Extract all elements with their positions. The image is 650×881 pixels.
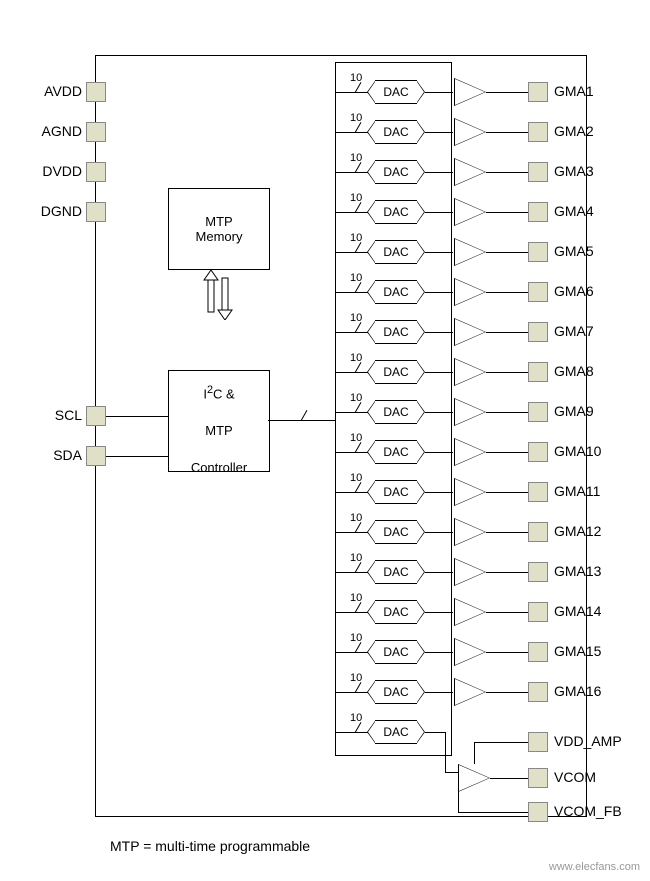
pin-gma5 [528,242,548,262]
wire-sda [106,456,168,457]
label-gma7: GMA7 [554,323,634,339]
bidir-arrow-icon [200,270,236,320]
label-avdd: AVDD [32,83,82,99]
label-gma5: GMA5 [554,243,634,259]
pin-gma9 [528,402,548,422]
pin-gma2 [528,122,548,142]
dac-2: DAC [375,120,417,144]
dac-13: DAC [375,560,417,584]
label-gma10: GMA10 [554,443,634,459]
watermark: www.elecfans.com [549,861,640,873]
label-agnd: AGND [32,123,82,139]
label-gma12: GMA12 [554,523,634,539]
footnote: MTP = multi-time programmable [110,838,310,854]
pin-dgnd [86,202,106,222]
label-vcom-fb: VCOM_FB [554,803,634,819]
pin-sda [86,446,106,466]
amp-1 [454,78,486,106]
wire-scl [106,416,168,417]
amp-15 [454,638,486,666]
label-dvdd: DVDD [32,163,82,179]
dac-vcom: DAC [375,720,417,744]
label-gma16: GMA16 [554,683,634,699]
amp-11 [454,478,486,506]
dac-9: DAC [375,400,417,424]
dac-12: DAC [375,520,417,544]
pin-vcom [528,768,548,788]
label-sda: SDA [32,447,82,463]
pin-gma15 [528,642,548,662]
wire-dac-out-1 [425,92,453,93]
amp-13 [454,558,486,586]
pin-gma10 [528,442,548,462]
pin-agnd [86,122,106,142]
label-dgnd: DGND [32,203,82,219]
mtp-memory-block: MTP Memory [168,188,270,270]
controller-block: I2C & MTP Controller [168,370,270,472]
amp-12 [454,518,486,546]
label-gma13: GMA13 [554,563,634,579]
block-diagram: AVDD AGND DVDD DGND SCL SDA MTP Memory I… [40,20,610,820]
dac-7: DAC [375,320,417,344]
label-gma11: GMA11 [554,483,634,499]
dac-11: DAC [375,480,417,504]
dac-5: DAC [375,240,417,264]
amp-9 [454,398,486,426]
amp-7 [454,318,486,346]
bus-slash-main [298,415,308,425]
pin-gma6 [528,282,548,302]
amp-3 [454,158,486,186]
label-gma15: GMA15 [554,643,634,659]
label-scl: SCL [32,407,82,423]
label-gma8: GMA8 [554,363,634,379]
wire-amp-out-1 [486,92,528,93]
pin-gma11 [528,482,548,502]
label-gma4: GMA4 [554,203,634,219]
label-gma3: GMA3 [554,163,634,179]
amp-8 [454,358,486,386]
amp-16 [454,678,486,706]
amp-2 [454,118,486,146]
pin-gma4 [528,202,548,222]
pin-gma12 [528,522,548,542]
dac-15: DAC [375,640,417,664]
dac-1: DAC [375,80,417,104]
dac-3: DAC [375,160,417,184]
pin-gma16 [528,682,548,702]
amp-vcom [458,764,490,792]
pin-gma1 [528,82,548,102]
label-gma14: GMA14 [554,603,634,619]
dac-4: DAC [375,200,417,224]
label-gma2: GMA2 [554,123,634,139]
wire-vcom-fb [458,812,528,813]
pin-vdd-amp [528,732,548,752]
pin-scl [86,406,106,426]
dac-10: DAC [375,440,417,464]
pin-dvdd [86,162,106,182]
pin-gma13 [528,562,548,582]
dac-8: DAC [375,360,417,384]
pin-gma8 [528,362,548,382]
amp-6 [454,278,486,306]
pin-gma7 [528,322,548,342]
pin-avdd [86,82,106,102]
amp-4 [454,198,486,226]
dac-16: DAC [375,680,417,704]
slash-1 [352,87,362,97]
amp-5 [454,238,486,266]
dac-14: DAC [375,600,417,624]
dac-6: DAC [375,280,417,304]
label-vdd-amp: VDD_AMP [554,733,634,749]
pin-gma14 [528,602,548,622]
label-vcom: VCOM [554,769,634,785]
label-gma1: GMA1 [554,83,634,99]
amp-10 [454,438,486,466]
pin-vcom-fb [528,802,548,822]
label-gma6: GMA6 [554,283,634,299]
amp-14 [454,598,486,626]
pin-gma3 [528,162,548,182]
label-gma9: GMA9 [554,403,634,419]
